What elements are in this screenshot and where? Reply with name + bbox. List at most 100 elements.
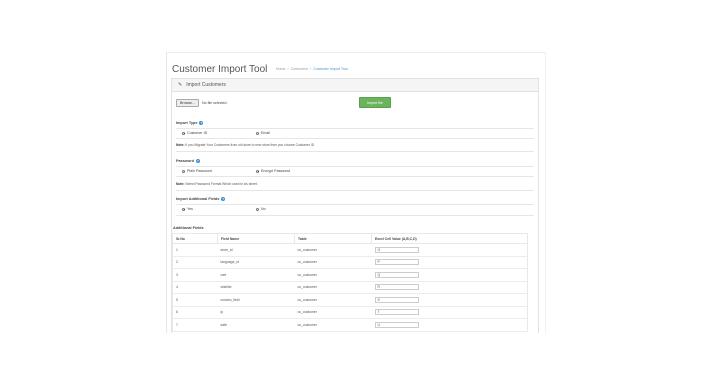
password-note: Note: Select Password Format Which used … <box>176 182 258 186</box>
divider <box>176 215 534 216</box>
file-status: No file selected. <box>201 101 228 105</box>
password-label: Password ? <box>176 159 200 163</box>
radio-button[interactable] <box>256 207 259 211</box>
row-field: store_id <box>217 243 295 257</box>
excel-cell-input[interactable]: R <box>374 284 419 291</box>
row-field: cart <box>217 268 295 282</box>
divider <box>176 204 534 205</box>
page-header: Customer Import Tool Home › Customers › Cust… <box>172 59 348 77</box>
import-type-label: Import Type ? <box>176 121 204 125</box>
row-no: 6 <box>172 305 218 319</box>
row-table: oc_customer <box>294 255 372 269</box>
pencil-icon: ✎ <box>178 82 183 88</box>
row-table: oc_customer <box>294 318 372 332</box>
file-input[interactable]: Browse... No file selected. <box>176 99 228 107</box>
radio-label: Encrypt Password <box>261 169 290 173</box>
divider <box>176 190 534 191</box>
row-table: oc_customer <box>294 293 372 307</box>
note-text: If you Migrate Your Customers from old s… <box>184 143 315 147</box>
table-row: 3 cart oc_customer Q <box>172 268 528 282</box>
radio-encrypt-password[interactable]: Encrypt Password <box>256 169 290 173</box>
col-field-name: Field Name <box>217 233 295 244</box>
app-window: Customer Import Tool Home › Customers › Cust… <box>166 52 546 333</box>
row-field: ip <box>217 305 295 319</box>
col-excel-cell: Excel Cell Value (A,B,C,D) <box>371 233 528 244</box>
row-table: oc_customer <box>294 268 372 282</box>
radio-customer-id[interactable]: Customer ID <box>182 131 207 135</box>
table-row: 4 wishlist oc_customer R <box>172 280 528 294</box>
info-icon[interactable]: ? <box>199 121 204 125</box>
row-no: 2 <box>172 255 218 269</box>
table-row: 6 ip oc_customer T <box>172 305 528 319</box>
radio-plain-password[interactable]: Plain Password <box>182 169 212 173</box>
row-value-cell: T <box>371 305 528 319</box>
import-type-note: Note: If you Migrate Your Customers from… <box>176 143 314 147</box>
row-field: language_id <box>217 255 295 269</box>
row-no: 3 <box>172 268 218 282</box>
breadcrumb-current[interactable]: Customer Import Tool <box>313 67 347 71</box>
col-sr-no: Sr.No <box>172 233 218 244</box>
excel-cell-input[interactable]: T <box>374 309 419 316</box>
table-row: 5 custom_field oc_customer S <box>172 293 528 307</box>
radio-yes[interactable]: Yes <box>182 207 193 211</box>
row-value-cell: P <box>371 255 528 269</box>
additional-fields-title: Additional Fields <box>173 226 204 230</box>
row-no: 7 <box>172 318 218 332</box>
import-type-label-text: Import Type <box>176 121 198 125</box>
panel-heading: ✎ Import Customers <box>172 79 538 92</box>
additional-fields-label-text: Import Additional Fields <box>176 197 220 201</box>
radio-button[interactable] <box>182 169 185 173</box>
row-value-cell: Q <box>371 268 528 282</box>
radio-button[interactable] <box>256 169 259 173</box>
breadcrumb: Home › Customers › Customer Import Tool <box>275 67 348 71</box>
radio-button[interactable] <box>256 131 259 135</box>
info-icon[interactable]: ? <box>221 197 226 201</box>
radio-label: Plain Password <box>187 169 212 173</box>
row-value-cell: U <box>371 318 528 332</box>
info-icon[interactable]: ? <box>195 159 200 163</box>
row-value-cell: O <box>371 243 528 257</box>
radio-email[interactable]: Email <box>256 131 270 135</box>
divider <box>176 151 534 152</box>
note-text: Select Password Format Which used in xls… <box>184 182 258 186</box>
breadcrumb-customers[interactable]: Customers <box>291 67 308 71</box>
divider <box>176 166 534 167</box>
radio-no[interactable]: No <box>256 207 266 211</box>
divider <box>176 138 534 139</box>
excel-cell-input[interactable]: O <box>374 246 419 253</box>
table-row: 2 language_id oc_customer P <box>172 255 528 269</box>
row-field: custom_field <box>217 293 295 307</box>
excel-cell-input[interactable]: S <box>374 296 419 303</box>
additional-fields-label: Import Additional Fields ? <box>176 197 226 201</box>
row-no: 4 <box>172 280 218 294</box>
radio-button[interactable] <box>182 207 185 211</box>
excel-cell-input[interactable]: P <box>374 259 419 266</box>
radio-button[interactable] <box>182 131 185 135</box>
excel-cell-input[interactable]: Q <box>374 271 419 278</box>
page-title: Customer Import Tool <box>172 64 268 75</box>
row-table: oc_customer <box>294 280 372 294</box>
radio-label: No <box>261 207 266 211</box>
radio-label: Customer ID <box>187 131 208 135</box>
table-row: 1 store_id oc_customer O <box>172 243 528 257</box>
divider <box>176 176 534 177</box>
breadcrumb-home[interactable]: Home <box>276 67 286 71</box>
row-value-cell: R <box>371 280 528 294</box>
browse-button[interactable]: Browse... <box>176 99 199 107</box>
password-label-text: Password <box>176 159 194 163</box>
table-header-row: Sr.No Field Name Table Excel Cell Value … <box>172 233 528 244</box>
row-table: oc_customer <box>294 243 372 257</box>
table-row: 7 safe oc_customer U <box>172 318 528 332</box>
import-file-button[interactable]: Import file <box>359 97 391 108</box>
row-field: safe <box>217 318 295 332</box>
radio-label: Yes <box>187 207 193 211</box>
excel-cell-input[interactable]: U <box>374 321 419 328</box>
divider <box>176 128 534 129</box>
row-table: oc_customer <box>294 305 372 319</box>
radio-label: Email <box>261 131 270 135</box>
row-value-cell: S <box>371 293 528 307</box>
panel-title: Import Customers <box>186 82 226 88</box>
row-no: 1 <box>172 243 218 257</box>
row-no: 5 <box>172 293 218 307</box>
additional-fields-table: Sr.No Field Name Table Excel Cell Value … <box>172 233 528 332</box>
